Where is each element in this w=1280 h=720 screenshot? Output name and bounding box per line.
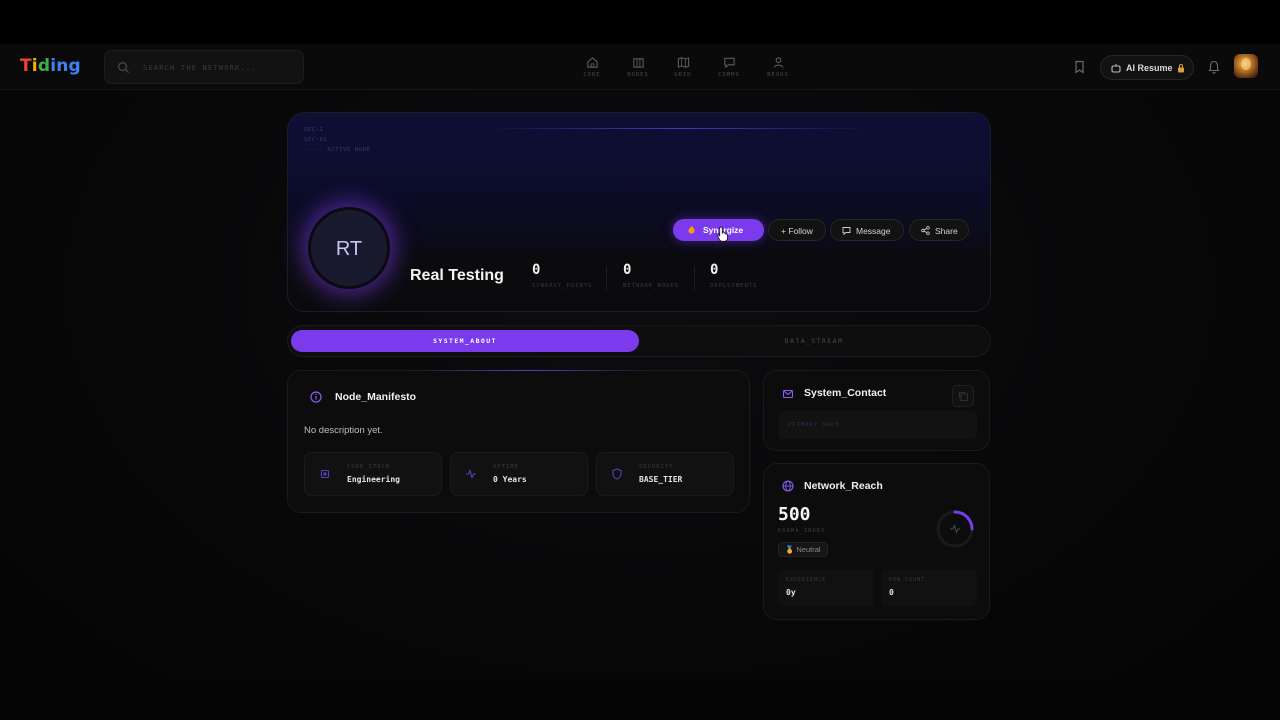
- banner-glow-line: [488, 128, 868, 129]
- primary-node-field[interactable]: PRIMARY NODE: [778, 411, 977, 439]
- bell-icon[interactable]: [1208, 60, 1220, 74]
- map-icon: [677, 57, 689, 68]
- stat-synergy-points: 0 SYNERGY_POINTS: [532, 262, 593, 289]
- stat-deployments: 0 DEPLOYMENTS: [710, 262, 758, 289]
- card-glow-line: [408, 370, 648, 371]
- chat-icon: [723, 57, 735, 69]
- nav-core[interactable]: CORE: [572, 56, 612, 78]
- status-badge: 🏅 Neutral: [778, 542, 828, 557]
- users-icon: [773, 57, 783, 68]
- stat-divider: [606, 266, 607, 290]
- search-bar[interactable]: [104, 50, 304, 84]
- chip-icon: [320, 469, 330, 479]
- flame-icon: [688, 225, 695, 234]
- tab-system-about[interactable]: SYSTEM_ABOUT: [291, 330, 639, 352]
- nav-label: NODES: [627, 72, 649, 78]
- mail-icon: [782, 389, 794, 399]
- nav-comms[interactable]: COMMS: [709, 56, 749, 78]
- ai-resume-button[interactable]: AI Resume: [1100, 55, 1194, 80]
- nav-nexus[interactable]: NEXUS: [758, 56, 798, 78]
- follow-button[interactable]: + Follow: [768, 219, 826, 241]
- globe-icon: [782, 480, 794, 492]
- bookmark-icon[interactable]: [1073, 60, 1086, 74]
- experience-stat: EXPERIENCE 0y: [778, 569, 874, 607]
- share-icon: [921, 226, 930, 235]
- top-navbar: Tiding CORE NODES GRID COMMS NEXUS AI Re…: [0, 44, 1280, 90]
- card-title: Network_Reach: [804, 480, 883, 492]
- copy-icon: [959, 392, 968, 401]
- nav-label: CORE: [583, 72, 601, 78]
- copy-button[interactable]: [952, 385, 974, 407]
- profile-name: Real Testing: [410, 267, 504, 284]
- message-label: Message: [856, 226, 891, 236]
- share-label: Share: [935, 226, 958, 236]
- search-icon: [118, 62, 130, 74]
- info-icon: [310, 391, 322, 403]
- nav-grid[interactable]: GRID: [663, 56, 703, 78]
- banner-code-text: SEC-1 SEC-02 ----- ACTIVE NODE: [304, 127, 371, 153]
- manifesto-description: No description yet.: [304, 425, 383, 436]
- pulse-icon: [466, 468, 476, 480]
- ai-resume-label: AI Resume: [1126, 63, 1173, 73]
- user-avatar[interactable]: [1234, 54, 1258, 78]
- attribute-uptime: UPTIME 0 Years: [450, 452, 588, 496]
- message-icon: [842, 227, 851, 235]
- nav-label: COMMS: [718, 72, 740, 78]
- search-input[interactable]: [143, 59, 293, 77]
- activity-icon: [950, 524, 960, 534]
- attribute-security: SECURITY BASE_TIER: [596, 452, 734, 496]
- building-icon: [632, 58, 644, 68]
- share-button[interactable]: Share: [909, 219, 969, 241]
- nav-label: GRID: [674, 72, 692, 78]
- avatar-initials: RT: [335, 238, 363, 260]
- shield-icon: [612, 468, 622, 480]
- primary-node-label: PRIMARY NODE: [788, 422, 840, 428]
- card-title: System_Contact: [804, 387, 887, 399]
- node-manifesto-card: Node_Manifesto No description yet. CORE_…: [287, 370, 750, 513]
- karma-value: 500: [778, 504, 811, 525]
- tiding-logo[interactable]: Tiding: [20, 56, 81, 76]
- pow-count-stat: POW COUNT 0: [881, 569, 977, 607]
- nav-label: NEXUS: [767, 72, 789, 78]
- lock-icon: [1178, 64, 1184, 73]
- stat-network-nodes: 0 NETWORK_NODES: [623, 262, 680, 289]
- nav-nodes[interactable]: NODES: [618, 56, 658, 78]
- attribute-core-stack: CORE_STACK Engineering: [304, 452, 442, 496]
- home-icon: [586, 57, 598, 68]
- stat-divider: [694, 266, 695, 290]
- hand-cursor-icon: [717, 226, 728, 242]
- profile-avatar: RT: [308, 207, 390, 289]
- tab-data-stream[interactable]: DATA_STREAM: [640, 330, 988, 352]
- card-title: Node_Manifesto: [335, 391, 417, 403]
- message-button[interactable]: Message: [830, 219, 904, 241]
- profile-tabs: SYSTEM_ABOUT DATA_STREAM: [287, 325, 991, 357]
- robot-icon: [1111, 64, 1121, 73]
- karma-label: KARMA_INDEX: [778, 528, 826, 534]
- network-reach-card: Network_Reach 500 KARMA_INDEX 🏅 Neutral …: [763, 463, 990, 620]
- system-contact-card: System_Contact PRIMARY NODE: [763, 370, 990, 451]
- follow-label: + Follow: [781, 226, 813, 236]
- karma-gauge: [936, 510, 974, 548]
